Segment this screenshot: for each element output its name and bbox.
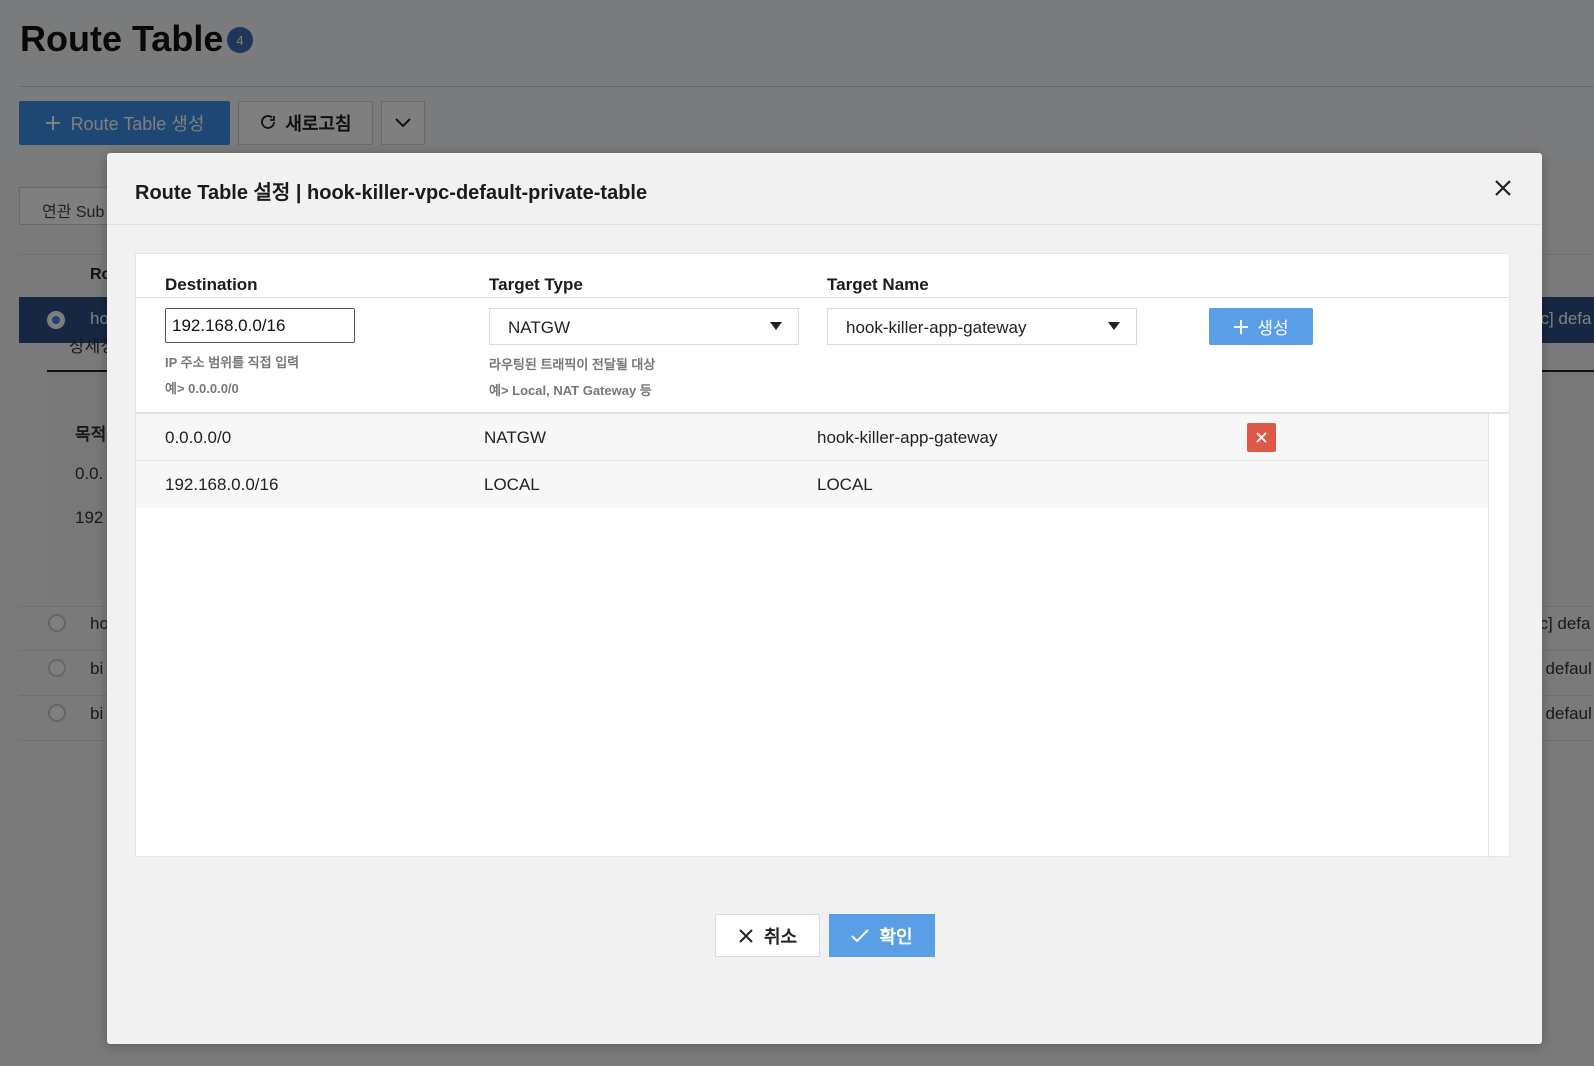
close-button[interactable] (1490, 175, 1516, 201)
route-table-editor: Destination Target Type Target Name IP 주… (135, 253, 1510, 858)
column-header-destination: Destination (165, 275, 258, 294)
confirm-button[interactable]: 확인 (829, 914, 935, 957)
column-header-target-type: Target Type (489, 275, 583, 294)
destination-input[interactable] (165, 308, 355, 343)
route-target-type: NATGW (484, 428, 547, 447)
target-type-hint: 라우팅된 트래픽이 전달될 대상 (489, 357, 656, 372)
check-icon (851, 928, 870, 943)
caret-down-icon (770, 322, 782, 330)
delete-route-button[interactable] (1247, 423, 1276, 452)
routes-scrollbar[interactable] (1488, 414, 1489, 858)
route-row: 192.168.0.0/16 LOCAL LOCAL (136, 461, 1488, 508)
destination-example: 예> 0.0.0.0/0 (165, 381, 239, 396)
modal-title: Route Table 설정 | hook-killer-vpc-default… (135, 182, 648, 204)
route-target-name: hook-killer-app-gateway (817, 428, 998, 447)
target-name-value: hook-killer-app-gateway (846, 318, 1027, 337)
header-divider (136, 297, 1509, 298)
cancel-label: 취소 (763, 926, 798, 947)
target-type-select[interactable]: NATGW (489, 308, 799, 345)
target-type-example: 예> Local, NAT Gateway 등 (489, 383, 652, 398)
modal-header: Route Table 설정 | hook-killer-vpc-default… (107, 153, 1542, 225)
route-target-name: LOCAL (817, 475, 873, 494)
close-icon (738, 928, 754, 944)
close-icon (1490, 175, 1516, 201)
target-type-value: NATGW (508, 318, 571, 337)
column-header-target-name: Target Name (827, 275, 929, 294)
route-destination: 192.168.0.0/16 (165, 475, 279, 494)
close-icon (1247, 423, 1276, 452)
route-destination: 0.0.0.0/0 (165, 428, 232, 447)
plus-icon (1233, 319, 1249, 335)
add-route-button[interactable]: 생성 (1209, 308, 1313, 345)
add-route-label: 생성 (1257, 319, 1289, 338)
confirm-label: 확인 (879, 926, 913, 947)
route-table-settings-modal: Route Table 설정 | hook-killer-vpc-default… (107, 153, 1542, 1044)
route-row: 0.0.0.0/0 NATGW hook-killer-app-gateway (136, 414, 1488, 461)
cancel-button[interactable]: 취소 (715, 914, 820, 957)
destination-hint: IP 주소 범위를 직접 입력 (165, 355, 300, 370)
caret-down-icon (1108, 322, 1120, 330)
route-target-type: LOCAL (484, 475, 540, 494)
target-name-select[interactable]: hook-killer-app-gateway (827, 308, 1137, 345)
